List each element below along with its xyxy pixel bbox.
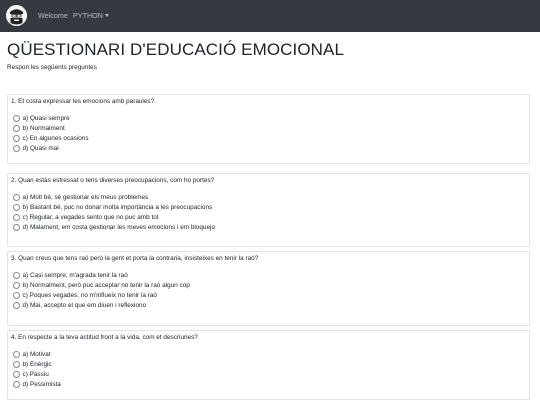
radio-button[interactable] [13, 124, 20, 132]
option-label: d) Mai, accepto el que em diuen i reflex… [22, 302, 147, 310]
option-1b[interactable]: b) Normalment [13, 123, 89, 133]
option-label: d) Malament, em costa gestionar les meve… [22, 224, 216, 232]
question-text: 1. Et costa expressar les emocions amb p… [11, 98, 155, 105]
radio-button[interactable] [13, 114, 20, 122]
radio-button[interactable] [13, 350, 20, 358]
nav-dropdown-python[interactable]: PYTHON [73, 11, 109, 20]
option-2c[interactable]: c) Regular, a vegades sento que no puc a… [13, 212, 215, 222]
page-subtitle: Respon les següents preguntes [7, 64, 97, 71]
option-1a[interactable]: a) Quasi sempre [13, 113, 89, 123]
options-list: a) Quasi sempre b) Normalment c) En algu… [13, 113, 89, 154]
radio-button[interactable] [13, 271, 20, 279]
radio-button[interactable] [13, 370, 20, 378]
option-label: c) Poques vegades, no m'influeix no teni… [22, 291, 157, 299]
option-label: b) Normalment, però puc acceptar no teni… [22, 281, 190, 289]
question-card-2: 2. Quan estàs estressat o tens diverses … [7, 173, 530, 247]
options-list: a) Casi sempre, m'agrada tenir la raó b)… [13, 270, 190, 311]
option-4a[interactable]: a) Motivat [13, 349, 61, 359]
option-4d[interactable]: d) Pessimista [13, 380, 61, 390]
nav-link-welcome[interactable]: Welcome [38, 11, 68, 20]
radio-button[interactable] [13, 302, 20, 310]
radio-button[interactable] [13, 381, 20, 389]
option-label: a) Quasi sempre [22, 114, 70, 122]
option-label: a) Molt bé, sé gestionar els meus proble… [22, 193, 149, 201]
brand-logo-icon[interactable] [6, 5, 27, 26]
question-text: 2. Quan estàs estressat o tens diverses … [11, 177, 215, 184]
option-4b[interactable]: b) Enèrgic [13, 359, 61, 369]
option-1d[interactable]: d) Quasi mai [13, 144, 89, 154]
radio-button[interactable] [13, 193, 20, 201]
option-2d[interactable]: d) Malament, em costa gestionar les meve… [13, 223, 215, 233]
option-4c[interactable]: c) Passiu [13, 369, 61, 379]
radio-button[interactable] [13, 291, 20, 299]
question-card-3: 3. Quan creus que tens raó però la gent … [7, 251, 530, 326]
question-card-4: 4. En respecte a la teva actitud front a… [7, 330, 530, 400]
option-label: d) Pessimista [22, 381, 61, 389]
question-card-1: 1. Et costa expressar les emocions amb p… [7, 94, 530, 164]
option-label: c) Passiu [22, 370, 49, 378]
question-text: 4. En respecte a la teva actitud front a… [11, 334, 198, 341]
radio-button[interactable] [13, 203, 20, 211]
radio-button[interactable] [13, 224, 20, 232]
option-label: c) Regular, a vegades sento que no puc a… [22, 213, 159, 221]
nav-dropdown-python-label: PYTHON [73, 11, 103, 20]
option-label: d) Quasi mai [22, 145, 59, 153]
option-1c[interactable]: c) En algunes ocasions [13, 133, 89, 143]
radio-button[interactable] [13, 360, 20, 368]
option-label: a) Casi sempre, m'agrada tenir la raó [22, 271, 128, 279]
option-label: a) Motivat [22, 350, 51, 358]
option-label: b) Normalment [22, 124, 65, 132]
radio-button[interactable] [13, 213, 20, 221]
option-2b[interactable]: b) Bastant bé, puc no donar molta import… [13, 202, 215, 212]
option-3d[interactable]: d) Mai, accepto el que em diuen i reflex… [13, 301, 190, 311]
radio-button[interactable] [13, 145, 20, 153]
option-label: b) Bastant bé, puc no donar molta import… [22, 203, 213, 211]
options-list: a) Motivat b) Enèrgic c) Passiu d) Pessi… [13, 349, 61, 390]
navbar: Welcome PYTHON [0, 0, 540, 32]
radio-button[interactable] [13, 281, 20, 289]
caret-down-icon [104, 14, 109, 17]
option-3b[interactable]: b) Normalment, però puc acceptar no teni… [13, 280, 190, 290]
option-label: b) Enèrgic [22, 360, 52, 368]
option-label: c) En algunes ocasions [22, 134, 89, 142]
radio-button[interactable] [13, 134, 20, 142]
question-text: 3. Quan creus que tens raó però la gent … [11, 255, 259, 262]
option-3a[interactable]: a) Casi sempre, m'agrada tenir la raó [13, 270, 190, 280]
page-title: QÜESTIONARI D'EDUCACIÓ EMOCIONAL [7, 40, 345, 59]
options-list: a) Molt bé, sé gestionar els meus proble… [13, 192, 215, 233]
option-2a[interactable]: a) Molt bé, sé gestionar els meus proble… [13, 192, 215, 202]
option-3c[interactable]: c) Poques vegades, no m'influeix no teni… [13, 290, 190, 300]
